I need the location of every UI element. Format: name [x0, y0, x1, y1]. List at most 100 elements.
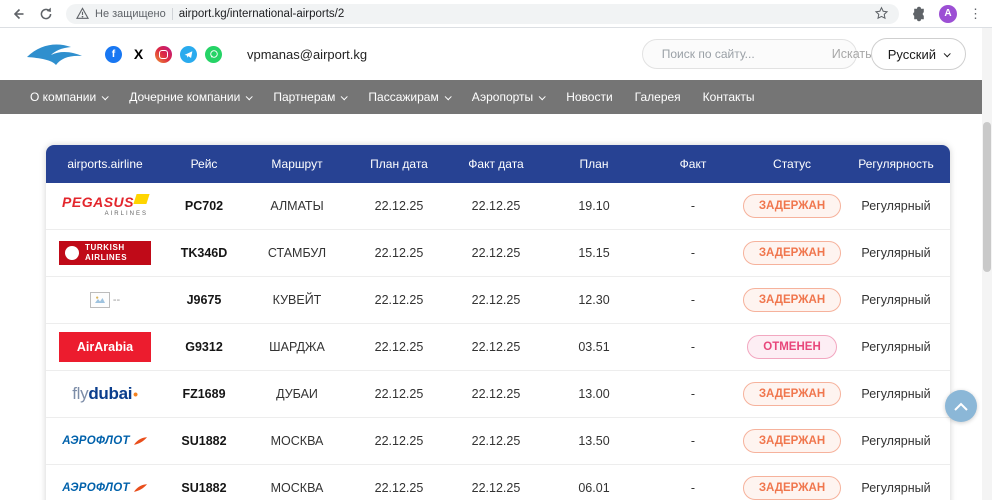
- broken-image-icon: [90, 292, 110, 308]
- nav-item-passengers[interactable]: Пассажирам: [368, 90, 449, 104]
- status-badge: ЗАДЕРЖАН: [743, 476, 841, 500]
- flight-number: SU1882: [164, 481, 244, 495]
- plan-date: 22.12.25: [350, 246, 448, 260]
- fact-time: -: [644, 387, 742, 401]
- regularity: Регулярный: [842, 387, 950, 401]
- fact-date: 22.12.25: [448, 246, 544, 260]
- fact-time: -: [644, 293, 742, 307]
- site-header: f X vpmanas@airport.kg Искать Русский: [0, 28, 992, 80]
- airline-logo-pegasus: PEGASUS AIRLINES: [46, 195, 164, 217]
- fact-date: 22.12.25: [448, 340, 544, 354]
- back-icon[interactable]: [10, 6, 26, 22]
- col-header-plan: План: [544, 157, 644, 171]
- fact-time: -: [644, 199, 742, 213]
- search-input[interactable]: [662, 47, 817, 61]
- aeroflot-wing-icon: [133, 483, 148, 493]
- whatsapp-icon[interactable]: [205, 46, 222, 63]
- plan-time: 13.50: [544, 434, 644, 448]
- fact-date: 22.12.25: [448, 434, 544, 448]
- bookmark-star-icon[interactable]: [874, 6, 889, 21]
- browser-profile-avatar[interactable]: A: [939, 5, 957, 23]
- airport-logo-icon[interactable]: [26, 40, 84, 68]
- fact-date: 22.12.25: [448, 199, 544, 213]
- pegasus-flag-icon: [133, 194, 149, 204]
- search-submit-button[interactable]: Искать: [824, 47, 872, 61]
- browser-menu-icon[interactable]: ⋮: [969, 7, 982, 20]
- flight-number: TK346D: [164, 246, 244, 260]
- fact-time: -: [644, 340, 742, 354]
- airline-logo-flydubai: flydubai•: [46, 384, 164, 404]
- chevron-down-icon: [246, 93, 253, 100]
- plan-time: 03.51: [544, 340, 644, 354]
- route: ШАРДЖА: [244, 340, 350, 354]
- scrollbar-thumb[interactable]: [983, 122, 991, 272]
- contact-email[interactable]: vpmanas@airport.kg: [247, 47, 367, 62]
- plan-date: 22.12.25: [350, 481, 448, 495]
- language-label: Русский: [888, 47, 936, 62]
- airline-logo-turkish: TURKISHAIRLINES: [46, 241, 164, 265]
- route: АЛМАТЫ: [244, 199, 350, 213]
- nav-item-news[interactable]: Новости: [566, 90, 612, 104]
- airline-logo-aeroflot: АЭРОФЛОТ: [46, 435, 164, 447]
- table-row: -- J9675 КУВЕЙТ 22.12.25 22.12.25 12.30 …: [46, 277, 950, 324]
- flight-number: G9312: [164, 340, 244, 354]
- col-header-fact-date: Факт дата: [448, 157, 544, 171]
- flight-number: FZ1689: [164, 387, 244, 401]
- regularity: Регулярный: [842, 246, 950, 260]
- scroll-to-top-button[interactable]: [945, 390, 977, 422]
- omnibox-divider: [172, 8, 173, 20]
- reload-icon[interactable]: [38, 6, 54, 22]
- table-row: AirArabia G9312 ШАРДЖА 22.12.25 22.12.25…: [46, 324, 950, 371]
- status-badge: ОТМЕНЕН: [747, 335, 837, 359]
- plan-time: 06.01: [544, 481, 644, 495]
- flights-table: airports.airline Рейс Маршрут План дата …: [46, 145, 950, 500]
- main-navigation: О компании Дочерние компании Партнерам П…: [0, 80, 992, 114]
- chevron-down-icon: [539, 93, 546, 100]
- nav-item-contacts[interactable]: Контакты: [703, 90, 755, 104]
- col-header-status: Статус: [742, 157, 842, 171]
- language-selector[interactable]: Русский: [871, 38, 966, 70]
- plan-time: 13.00: [544, 387, 644, 401]
- page-scrollbar: [982, 28, 992, 500]
- col-header-flight: Рейс: [164, 157, 244, 171]
- route: ДУБАИ: [244, 387, 350, 401]
- table-row: PEGASUS AIRLINES PC702 АЛМАТЫ 22.12.25 2…: [46, 183, 950, 230]
- nav-item-partners[interactable]: Партнерам: [273, 90, 346, 104]
- address-bar[interactable]: Не защищено airport.kg/international-air…: [66, 4, 899, 24]
- plan-time: 15.15: [544, 246, 644, 260]
- flight-number: J9675: [164, 293, 244, 307]
- table-header-row: airports.airline Рейс Маршрут План дата …: [46, 145, 950, 183]
- security-label: Не защищено: [95, 8, 166, 20]
- broken-image-alt: --: [113, 294, 120, 306]
- status-badge: ЗАДЕРЖАН: [743, 429, 841, 453]
- table-row: flydubai• FZ1689 ДУБАИ 22.12.25 22.12.25…: [46, 371, 950, 418]
- table-row: TURKISHAIRLINES TK346D СТАМБУЛ 22.12.25 …: [46, 230, 950, 277]
- nav-item-subsidiaries[interactable]: Дочерние компании: [129, 90, 251, 104]
- not-secure-warning-icon: [76, 7, 89, 20]
- route: СТАМБУЛ: [244, 246, 350, 260]
- x-twitter-icon[interactable]: X: [130, 46, 147, 63]
- table-row: АЭРОФЛОТ SU1882 МОСКВА 22.12.25 22.12.25…: [46, 418, 950, 465]
- nav-item-gallery[interactable]: Галерея: [635, 90, 681, 104]
- status-badge: ЗАДЕРЖАН: [743, 241, 841, 265]
- route: МОСКВА: [244, 481, 350, 495]
- nav-item-company[interactable]: О компании: [30, 90, 107, 104]
- col-header-fact: Факт: [644, 157, 742, 171]
- instagram-icon[interactable]: [155, 46, 172, 63]
- telegram-icon[interactable]: [180, 46, 197, 63]
- airline-logo-jazeera: --: [46, 292, 164, 308]
- site-search: Искать: [642, 39, 857, 69]
- fact-date: 22.12.25: [448, 481, 544, 495]
- page-content: airports.airline Рейс Маршрут План дата …: [0, 114, 992, 500]
- chevron-down-icon: [102, 93, 109, 100]
- extensions-icon[interactable]: [911, 6, 927, 22]
- fact-time: -: [644, 434, 742, 448]
- status-badge: ЗАДЕРЖАН: [743, 288, 841, 312]
- browser-toolbar: Не защищено airport.kg/international-air…: [0, 0, 992, 28]
- route: КУВЕЙТ: [244, 293, 350, 307]
- plan-date: 22.12.25: [350, 434, 448, 448]
- regularity: Регулярный: [842, 293, 950, 307]
- status-badge: ЗАДЕРЖАН: [743, 382, 841, 406]
- facebook-icon[interactable]: f: [105, 46, 122, 63]
- nav-item-airports[interactable]: Аэропорты: [472, 90, 544, 104]
